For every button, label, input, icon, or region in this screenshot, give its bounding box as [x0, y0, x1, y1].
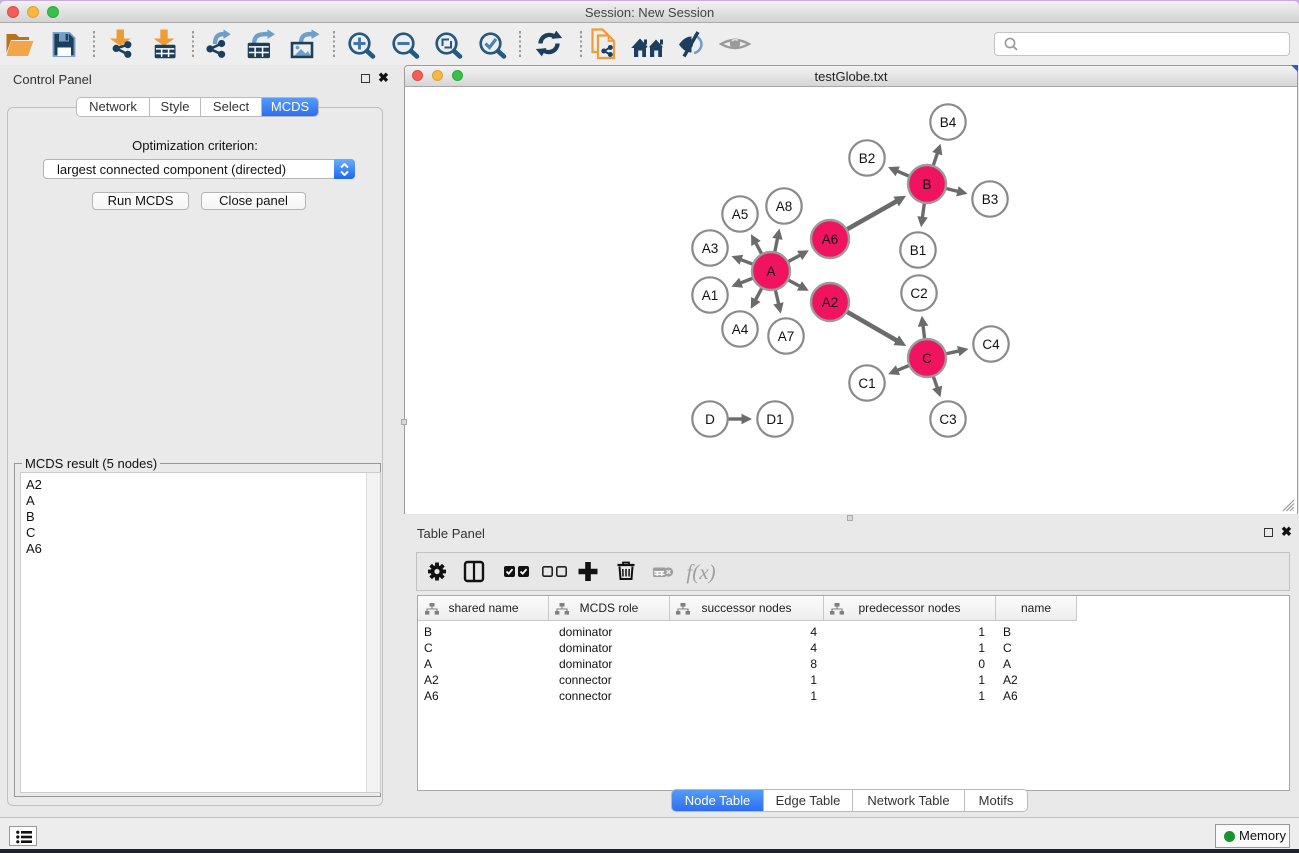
svg-text:A4: A4 [732, 322, 749, 337]
svg-text:B3: B3 [982, 192, 999, 207]
svg-text:C: C [922, 351, 932, 366]
svg-text:C4: C4 [982, 337, 1000, 352]
svg-text:B2: B2 [859, 151, 876, 166]
svg-text:A5: A5 [732, 207, 749, 222]
svg-text:C3: C3 [939, 412, 956, 427]
svg-text:A: A [766, 264, 775, 279]
svg-text:A3: A3 [702, 241, 719, 256]
svg-text:A1: A1 [702, 288, 719, 303]
svg-text:A2: A2 [822, 295, 839, 310]
svg-text:B: B [922, 177, 931, 192]
svg-text:C2: C2 [910, 286, 927, 301]
svg-text:C1: C1 [858, 376, 875, 391]
svg-text:A8: A8 [776, 199, 793, 214]
svg-text:A7: A7 [778, 329, 795, 344]
svg-text:A6: A6 [822, 232, 839, 247]
svg-text:f(x): f(x) [686, 560, 715, 584]
svg-text:B4: B4 [940, 115, 957, 130]
svg-text:D: D [705, 412, 715, 427]
svg-text:B1: B1 [910, 243, 927, 258]
svg-text:D1: D1 [766, 412, 783, 427]
